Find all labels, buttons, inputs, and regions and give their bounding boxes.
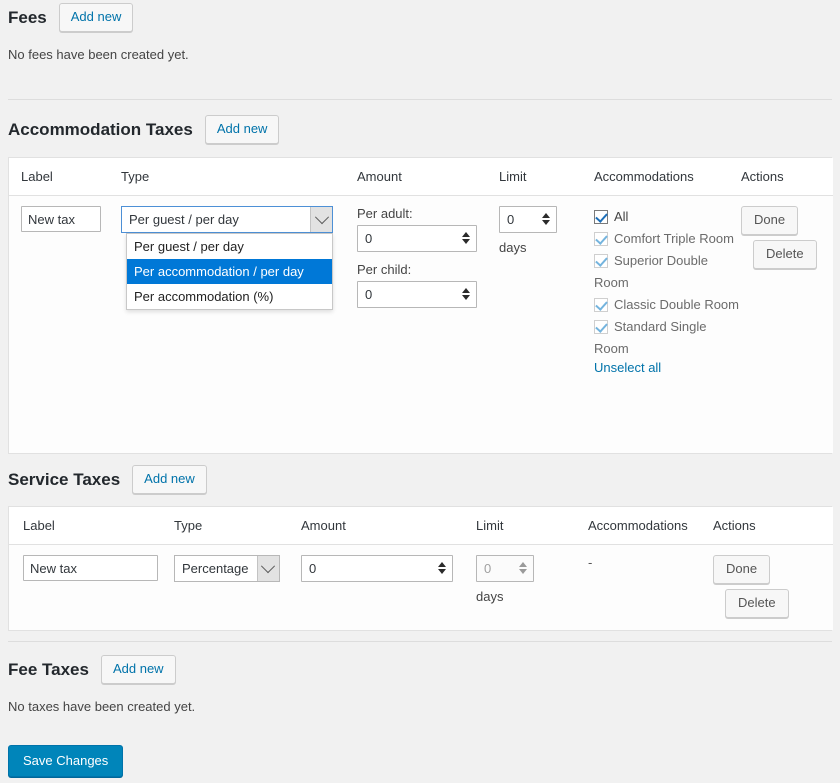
limit-unit-label: days [499, 240, 527, 255]
per-child-field [357, 281, 477, 308]
tax-type-dropdown-menu[interactable]: Per guest / per day Per accommodation / … [126, 233, 333, 310]
tax-type-select[interactable]: Percentage [174, 555, 280, 582]
fee-taxes-section-header: Fee Taxes Add new [8, 655, 832, 685]
limit-stepper [515, 559, 530, 577]
cell-limit: days [499, 195, 594, 453]
delete-button[interactable]: Delete [725, 589, 789, 619]
accommodation-checkbox-comfort-triple-room[interactable]: Comfort Triple Room [594, 228, 741, 250]
tax-type-option-per-guest-per-day[interactable]: Per guest / per day [127, 234, 332, 259]
amount-field [301, 555, 453, 582]
accommodation-checkbox-superior-double-room[interactable]: Superior Double Room [594, 250, 741, 294]
accommodation-checkbox-standard-single-room[interactable]: Standard Single Room [594, 316, 741, 360]
chevron-down-icon [310, 207, 332, 232]
accommodation-taxes-section-header: Accommodation Taxes Add new [8, 115, 832, 145]
tax-type-option-per-accommodation-percent[interactable]: Per accommodation (%) [127, 284, 332, 309]
accommodation-checkbox-all[interactable]: All [594, 206, 741, 228]
accommodation-taxes-title: Accommodation Taxes [8, 120, 193, 140]
per-child-stepper[interactable] [458, 285, 473, 303]
accommodations-value: - [588, 555, 593, 570]
tax-type-select[interactable]: Per guest / per day Per guest / per day … [121, 206, 333, 310]
column-header-label: Label [9, 507, 174, 545]
column-header-limit: Limit [499, 158, 594, 196]
tax-label-input[interactable] [23, 555, 158, 581]
section-divider [8, 641, 832, 642]
column-header-amount: Amount [357, 158, 499, 196]
per-adult-stepper[interactable] [458, 229, 473, 247]
column-header-label: Label [9, 158, 121, 196]
checkbox-checked-icon[interactable] [594, 210, 608, 224]
fees-empty-message: No fees have been created yet. [8, 47, 189, 62]
cell-amount: Per adult: Per child: [357, 195, 499, 453]
accommodation-checkbox-classic-double-room[interactable]: Classic Double Room [594, 294, 741, 316]
fees-section-header: Fees Add new [8, 3, 832, 33]
table-row: Percentage days [9, 544, 833, 631]
fees-add-new-button[interactable]: Add new [58, 3, 134, 33]
service-taxes-add-new-button[interactable]: Add new [132, 465, 207, 495]
tax-type-selected-value: Percentage [182, 561, 249, 576]
checkbox-checked-disabled-icon[interactable] [594, 254, 608, 268]
column-header-type: Type [121, 158, 357, 196]
per-adult-label: Per adult: [357, 206, 413, 221]
column-header-actions: Actions [741, 158, 833, 196]
column-header-type: Type [174, 507, 301, 545]
accommodation-item-label: Standard Single Room [594, 319, 707, 356]
fee-taxes-empty-message: No taxes have been created yet. [8, 699, 196, 714]
accommodation-taxes-add-new-button[interactable]: Add new [204, 115, 280, 145]
cell-label [9, 195, 121, 453]
column-header-accommodations: Accommodations [588, 507, 713, 545]
save-row: Save Changes [8, 745, 124, 777]
done-button[interactable]: Done [741, 206, 799, 236]
cell-amount [301, 544, 476, 631]
amount-stepper[interactable] [434, 559, 449, 577]
save-changes-button[interactable]: Save Changes [8, 745, 124, 777]
column-header-accommodations: Accommodations [594, 158, 741, 196]
section-divider [8, 99, 832, 100]
checkbox-checked-disabled-icon[interactable] [594, 232, 608, 246]
accommodation-all-label: All [614, 209, 629, 224]
service-taxes-section-header: Service Taxes Add new [8, 465, 832, 495]
checkbox-checked-disabled-icon[interactable] [594, 298, 608, 312]
limit-field [499, 206, 557, 233]
service-taxes-table: Label Type Amount Limit Accommodations A… [8, 506, 833, 632]
limit-unit-label: days [476, 589, 504, 604]
per-child-label: Per child: [357, 262, 412, 277]
delete-button[interactable]: Delete [753, 240, 817, 270]
cell-label [9, 544, 174, 631]
per-adult-field [357, 225, 477, 252]
tax-type-option-per-accommodation-per-day[interactable]: Per accommodation / per day [127, 259, 332, 284]
fee-taxes-add-new-button[interactable]: Add new [100, 655, 176, 685]
cell-actions: Done Delete [741, 195, 833, 453]
cell-limit: days [476, 544, 588, 631]
accommodation-item-label: Comfort Triple Room [614, 231, 734, 246]
cell-accommodations: - [588, 544, 713, 631]
chevron-down-icon [256, 556, 279, 581]
fees-title: Fees [8, 8, 47, 28]
amount-input[interactable] [301, 555, 453, 582]
checkbox-checked-disabled-icon[interactable] [594, 320, 608, 334]
table-header-row: Label Type Amount Limit Accommodations A… [9, 158, 833, 196]
tax-type-selected-value: Per guest / per day [129, 212, 239, 227]
limit-field [476, 555, 534, 582]
column-header-actions: Actions [713, 507, 833, 545]
accommodation-taxes-table: Label Type Amount Limit Accommodations A… [8, 157, 833, 454]
column-header-limit: Limit [476, 507, 588, 545]
service-taxes-title: Service Taxes [8, 470, 121, 490]
tax-type-select-box[interactable]: Per guest / per day [121, 206, 333, 233]
fee-taxes-title: Fee Taxes [8, 660, 89, 680]
limit-stepper[interactable] [538, 210, 553, 228]
cell-accommodations: All Comfort Triple Room Superior Double … [594, 195, 741, 453]
accommodation-item-label: Classic Double Room [614, 297, 739, 312]
cell-type: Per guest / per day Per guest / per day … [121, 195, 357, 453]
unselect-all-link[interactable]: Unselect all [594, 360, 661, 375]
table-row: Per guest / per day Per guest / per day … [9, 195, 833, 453]
cell-actions: Done Delete [713, 544, 833, 631]
cell-type: Percentage [174, 544, 301, 631]
tax-label-input[interactable] [21, 206, 101, 232]
done-button[interactable]: Done [713, 555, 771, 585]
column-header-amount: Amount [301, 507, 476, 545]
accommodation-item-label: Superior Double Room [594, 253, 708, 290]
table-header-row: Label Type Amount Limit Accommodations A… [9, 507, 833, 545]
